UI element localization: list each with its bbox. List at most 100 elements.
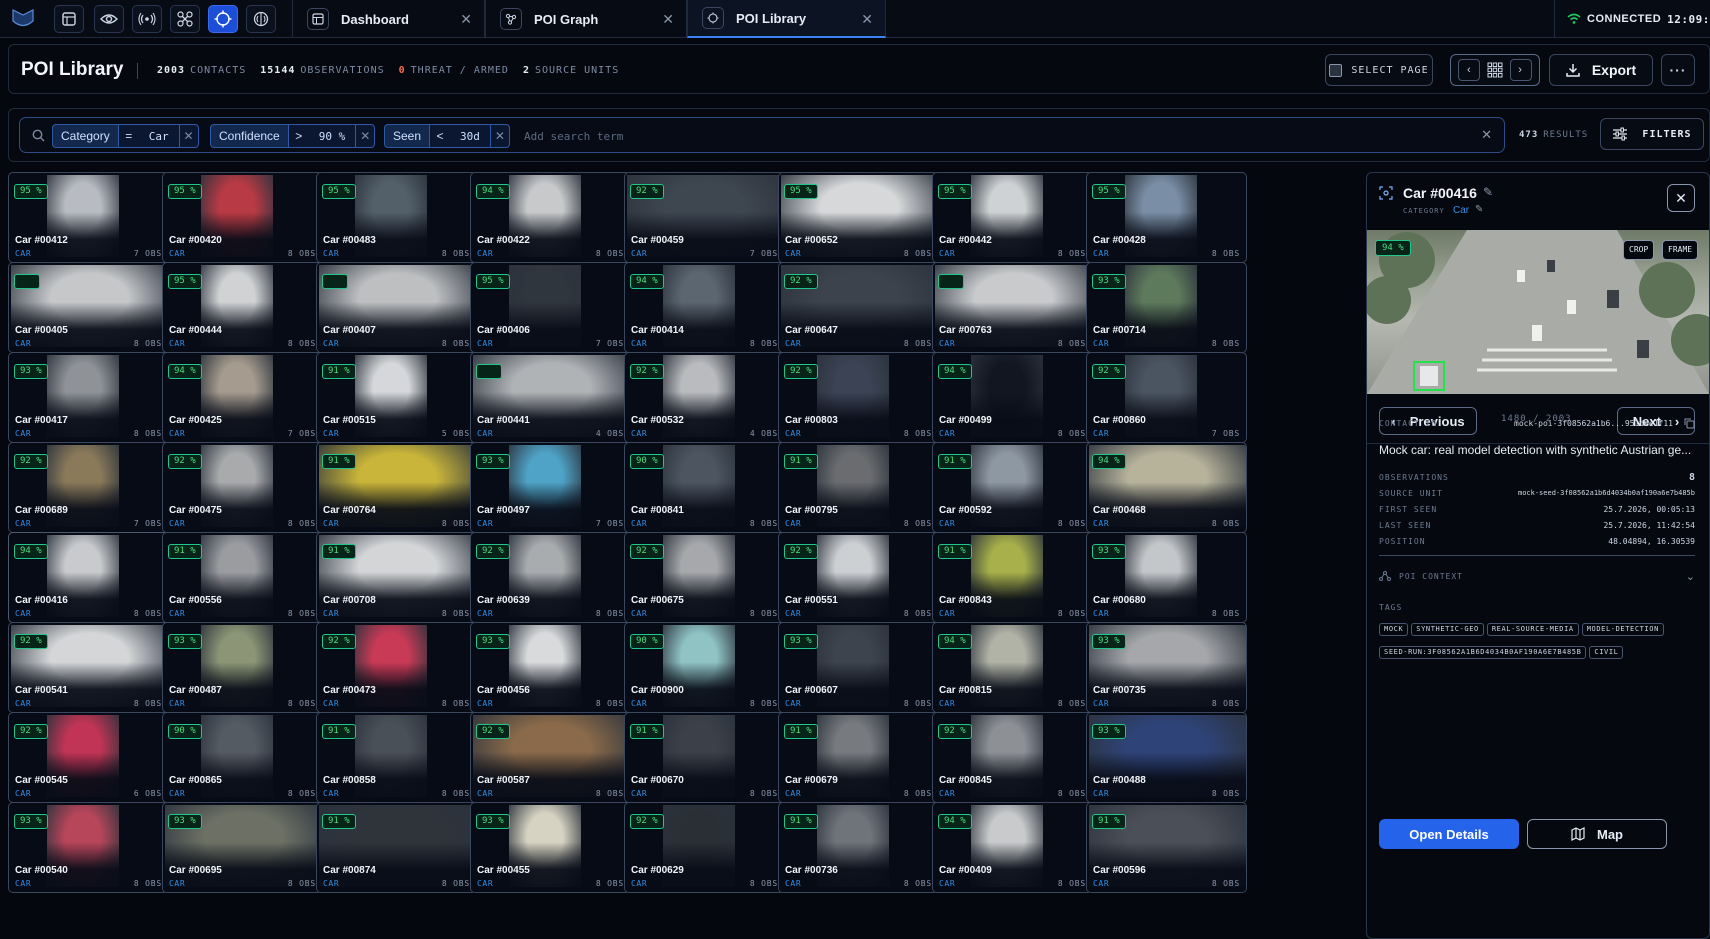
grid-icon[interactable] — [1487, 62, 1503, 78]
view-toggle[interactable]: ‹ › — [1450, 54, 1540, 86]
poi-card[interactable]: 93 % Car #00497 CAR 7 OBS — [470, 442, 631, 533]
search-box[interactable]: Category = Car ✕ Confidence >90 % ✕ Seen <30d ✕… — [19, 117, 1505, 153]
poi-card[interactable]: 95 % Car #00442 CAR 8 OBS — [932, 172, 1093, 263]
poi-card[interactable]: 95 % Car #00483 CAR 8 OBS — [316, 172, 477, 263]
poi-card[interactable]: 91 % Car #00708 CAR 8 OBS — [316, 532, 477, 623]
chevron-left-icon[interactable]: ‹ — [1458, 59, 1481, 81]
poi-card[interactable]: 95 % Car #00420 CAR 8 OBS — [162, 172, 323, 263]
poi-card[interactable]: 90 % Car #00841 CAR 8 OBS — [624, 442, 785, 533]
poi-card[interactable]: 95 % Car #00406 CAR 7 OBS — [470, 262, 631, 353]
checkbox[interactable] — [1329, 63, 1343, 77]
poi-card[interactable]: 93 % Car #00735 CAR 8 OBS — [1086, 622, 1247, 713]
poi-card[interactable]: 94 % Car #00468 CAR 8 OBS — [1086, 442, 1247, 533]
poi-card[interactable]: 93 % Car #00680 CAR 8 OBS — [1086, 532, 1247, 623]
poi-card[interactable]: 91 % Car #00596 CAR 8 OBS — [1086, 802, 1247, 893]
crop-button[interactable]: CROP — [1623, 240, 1655, 260]
close-icon[interactable]: ✕ — [178, 124, 199, 148]
tab-poi-graph[interactable]: POI Graph ✕ — [485, 0, 687, 38]
poi-card[interactable]: 94 % Car #00414 CAR 8 OBS — [624, 262, 785, 353]
poi-card[interactable]: 92 % Car #00551 CAR 8 OBS — [778, 532, 939, 623]
poi-card[interactable]: 92 % Car #00675 CAR 8 OBS — [624, 532, 785, 623]
poi-card[interactable]: 91 % Car #00592 CAR 8 OBS — [932, 442, 1093, 533]
poi-card[interactable]: 92 % Car #00845 CAR 8 OBS — [932, 712, 1093, 803]
poi-card[interactable]: 91 % Car #00858 CAR 8 OBS — [316, 712, 477, 803]
poi-card[interactable]: 91 % Car #00795 CAR 8 OBS — [778, 442, 939, 533]
radio-signal-icon[interactable] — [132, 5, 162, 33]
more-menu-button[interactable]: ··· — [1661, 54, 1695, 86]
select-page-button[interactable]: SELECT PAGE — [1325, 54, 1433, 86]
shield-logo-icon[interactable] — [10, 6, 36, 32]
poi-card[interactable]: 92 % Car #00639 CAR 8 OBS — [470, 532, 631, 623]
poi-card[interactable]: 92 % Car #00629 CAR 8 OBS — [624, 802, 785, 893]
brain-icon[interactable] — [246, 5, 276, 33]
edit-icon[interactable]: ✎ — [1483, 185, 1493, 199]
frame-button[interactable]: FRAME — [1662, 240, 1699, 260]
drone-icon[interactable] — [170, 5, 200, 33]
poi-card[interactable]: 91 % Car #00679 CAR 8 OBS — [778, 712, 939, 803]
clear-search-icon[interactable]: ✕ — [1481, 127, 1492, 143]
tag-chip[interactable]: CIVIL — [1589, 646, 1624, 659]
copy-icon[interactable] — [1684, 418, 1695, 429]
close-icon[interactable]: ✕ — [861, 11, 873, 28]
poi-card[interactable]: 92 % Car #00647 CAR 8 OBS — [778, 262, 939, 353]
filters-button[interactable]: FILTERS — [1600, 118, 1704, 150]
close-icon[interactable]: ✕ — [662, 11, 674, 28]
poi-card[interactable]: 90 % Car #00900 CAR 8 OBS — [624, 622, 785, 713]
poi-card[interactable]: 92 % Car #00475 CAR 8 OBS — [162, 442, 323, 533]
edit-icon[interactable]: ✎ — [1475, 204, 1483, 215]
poi-card[interactable]: 93 % Car #00487 CAR 8 OBS — [162, 622, 323, 713]
tag-chip[interactable]: MOCK — [1379, 623, 1409, 636]
close-icon[interactable]: ✕ — [489, 124, 510, 148]
tag-chip[interactable]: SEED-RUN:3F08562A1B6D4034B0AF190A6E7B485… — [1379, 646, 1587, 659]
poi-card[interactable]: 92 % Car #00803 CAR 8 OBS — [778, 352, 939, 443]
open-details-button[interactable]: Open Details — [1379, 819, 1519, 849]
poi-card[interactable]: Car #00407 CAR 8 OBS — [316, 262, 477, 353]
poi-card[interactable]: 92 % Car #00689 CAR 7 OBS — [8, 442, 169, 533]
poi-card[interactable]: 90 % Car #00865 CAR 8 OBS — [162, 712, 323, 803]
poi-card[interactable]: 91 % Car #00764 CAR 8 OBS — [316, 442, 477, 533]
poi-card[interactable]: Car #00405 CAR 8 OBS — [8, 262, 169, 353]
filter-chip-confidence[interactable]: Confidence >90 % ✕ — [210, 124, 376, 148]
map-button[interactable]: Map — [1527, 819, 1667, 849]
poi-card[interactable]: Car #00763 CAR 8 OBS — [932, 262, 1093, 353]
tag-chip[interactable]: MODEL-DETECTION — [1581, 623, 1664, 636]
close-panel-button[interactable]: ✕ — [1667, 184, 1695, 212]
frame-image[interactable]: 94 % CROP FRAME — [1367, 230, 1709, 394]
poi-card[interactable]: 93 % Car #00695 CAR 8 OBS — [162, 802, 323, 893]
filter-chip-category[interactable]: Category = Car ✕ — [52, 124, 199, 148]
poi-card[interactable]: 92 % Car #00532 CAR 4 OBS — [624, 352, 785, 443]
table-icon[interactable] — [54, 5, 84, 33]
poi-context-toggle[interactable]: POI CONTEXT ⌄ — [1379, 569, 1695, 583]
poi-card[interactable]: 93 % Car #00607 CAR 8 OBS — [778, 622, 939, 713]
search-input[interactable] — [524, 126, 884, 146]
poi-card[interactable]: 92 % Car #00473 CAR 8 OBS — [316, 622, 477, 713]
tab-poi-library[interactable]: POI Library ✕ — [687, 0, 886, 38]
poi-card[interactable]: 93 % Car #00714 CAR 8 OBS — [1086, 262, 1247, 353]
poi-card[interactable]: 93 % Car #00455 CAR 8 OBS — [470, 802, 631, 893]
poi-card[interactable]: Car #00441 CAR 4 OBS — [470, 352, 631, 443]
poi-card[interactable]: 92 % Car #00459 CAR 7 OBS — [624, 172, 785, 263]
tag-chip[interactable]: SYNTHETIC-GEO — [1411, 623, 1484, 636]
poi-card[interactable]: 93 % Car #00488 CAR 8 OBS — [1086, 712, 1247, 803]
poi-card[interactable]: 94 % Car #00416 CAR 8 OBS — [8, 532, 169, 623]
poi-card[interactable]: 91 % Car #00670 CAR 8 OBS — [624, 712, 785, 803]
poi-card[interactable]: 94 % Car #00422 CAR 8 OBS — [470, 172, 631, 263]
filter-chip-seen[interactable]: Seen <30d ✕ — [384, 124, 510, 148]
chevron-right-icon[interactable]: › — [1509, 59, 1532, 81]
poi-card[interactable]: 91 % Car #00874 CAR 8 OBS — [316, 802, 477, 893]
export-button[interactable]: Export — [1549, 54, 1653, 86]
poi-card[interactable]: 94 % Car #00815 CAR 8 OBS — [932, 622, 1093, 713]
tab-dashboard[interactable]: Dashboard ✕ — [292, 0, 485, 38]
poi-card[interactable]: 94 % Car #00425 CAR 7 OBS — [162, 352, 323, 443]
poi-card[interactable]: 94 % Car #00499 CAR 8 OBS — [932, 352, 1093, 443]
poi-card[interactable]: 93 % Car #00540 CAR 8 OBS — [8, 802, 169, 893]
close-icon[interactable]: ✕ — [355, 124, 376, 148]
poi-card[interactable]: 91 % Car #00843 CAR 8 OBS — [932, 532, 1093, 623]
poi-card[interactable]: 91 % Car #00515 CAR 5 OBS — [316, 352, 477, 443]
poi-card[interactable]: 91 % Car #00736 CAR 8 OBS — [778, 802, 939, 893]
poi-card[interactable]: 95 % Car #00428 CAR 8 OBS — [1086, 172, 1247, 263]
poi-card[interactable]: 94 % Car #00409 CAR 8 OBS — [932, 802, 1093, 893]
poi-card[interactable]: 95 % Car #00412 CAR 7 OBS — [8, 172, 169, 263]
poi-card[interactable]: 92 % Car #00860 CAR 7 OBS — [1086, 352, 1247, 443]
poi-card[interactable]: 93 % Car #00417 CAR 8 OBS — [8, 352, 169, 443]
